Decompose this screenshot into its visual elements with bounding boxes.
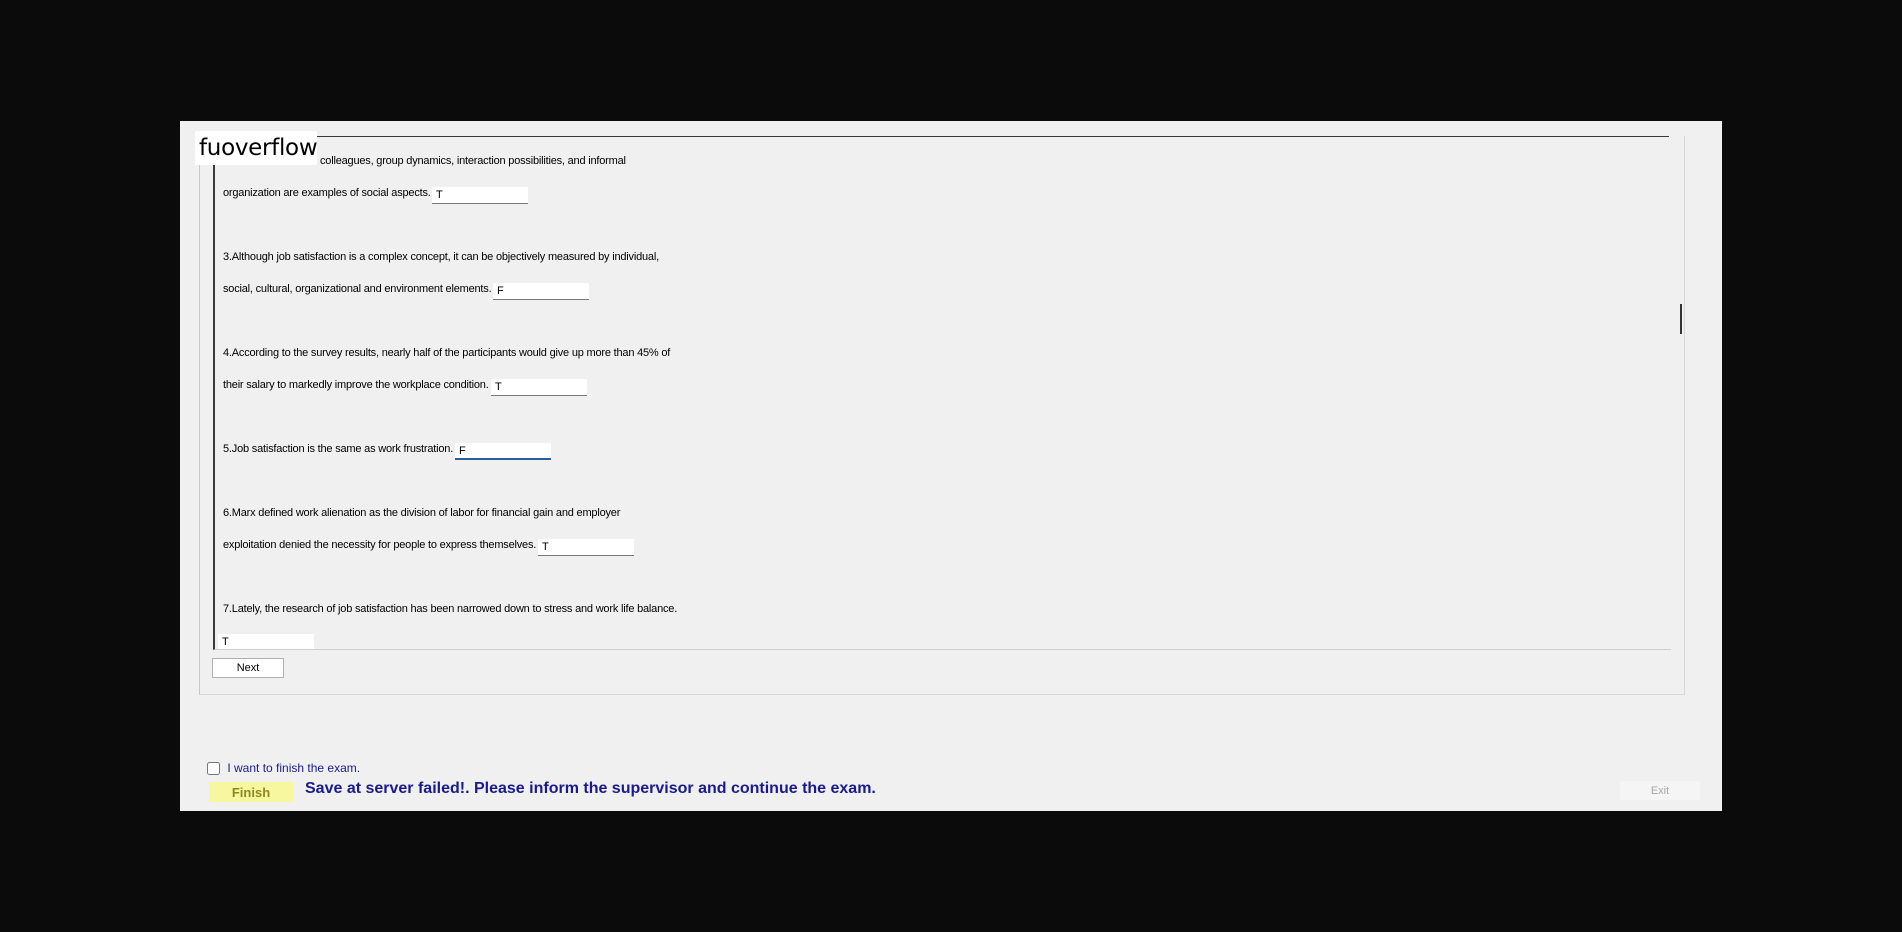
q5-text-line1: 5.Job satisfaction is the same as work f… [223,443,454,455]
exam-window: fuoverflow colleagues, group dynamics, i… [180,121,1722,811]
q2-answer-input[interactable] [432,187,528,204]
next-button[interactable]: Next [212,658,284,678]
scrollbar-thumb[interactable] [1680,304,1682,334]
q5-answer-input[interactable] [455,443,551,460]
q4-text-line1: 4.According to the survey results, nearl… [223,347,671,359]
exit-button[interactable]: Exit [1620,781,1700,800]
q3-answer-input[interactable] [493,283,589,300]
question-scroll-area[interactable]: colleagues, group dynamics, interaction … [213,137,1671,650]
finish-checkbox-row: I want to finish the exam. [207,761,361,776]
q3-text-line1: 3.Although job satisfaction is a complex… [223,251,659,263]
finish-button[interactable]: Finish [209,782,293,802]
logo: fuoverflow [195,131,318,165]
finish-checkbox-label: I want to finish the exam. [227,761,361,775]
q2-text-line1: colleagues, group dynamics, interaction … [320,155,626,167]
q7-answer-input[interactable] [218,634,314,649]
q3-text-line2: social, cultural, organizational and env… [223,283,492,295]
q2-text-line2: organization are examples of social aspe… [223,187,431,199]
status-message: Save at server failed!. Please inform th… [305,780,876,797]
q6-answer-input[interactable] [538,539,634,556]
q6-text-line1: 6.Marx defined work alienation as the di… [223,507,621,519]
q7-text-line1: 7.Lately, the research of job satisfacti… [223,603,678,615]
q4-answer-input[interactable] [491,379,587,396]
q6-text-line2: exploitation denied the necessity for pe… [223,539,537,551]
q4-text-line2: their salary to markedly improve the wor… [223,379,489,391]
finish-checkbox[interactable] [207,762,220,776]
